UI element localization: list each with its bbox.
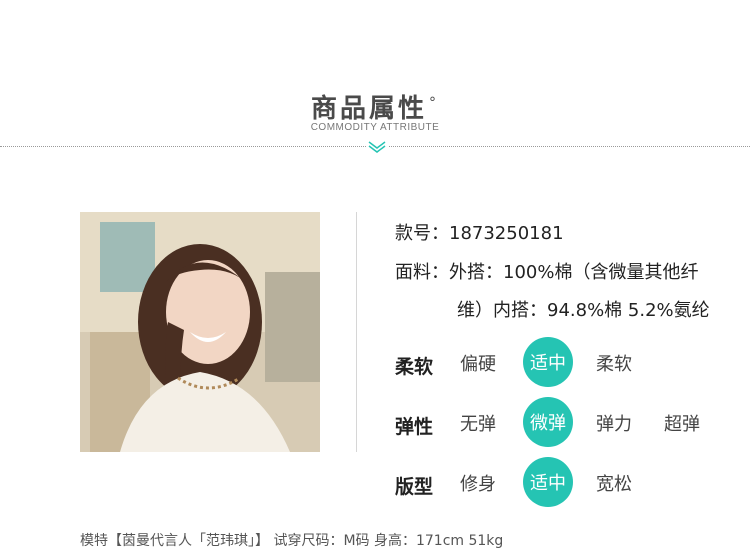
fit-option-regular-selected: 适中 (523, 457, 573, 507)
elasticity-option-none: 无弹 (460, 414, 496, 435)
elasticity-option-slight-selected: 微弹 (523, 397, 573, 447)
elasticity-label: 弹性 (395, 416, 434, 438)
fit-label: 版型 (395, 476, 434, 498)
fit-option-loose: 宽松 (596, 474, 632, 495)
softness-label: 柔软 (395, 356, 434, 378)
fabric-line-2: 维）内搭：94.8%棉 5.2%氨纶 (457, 300, 710, 321)
section-subtitle: COMMODITY ATTRIBUTE (310, 122, 440, 133)
fit-option-slim: 修身 (460, 474, 496, 495)
chevron-down-icon (366, 140, 388, 154)
elasticity-option-super: 超弹 (664, 414, 700, 435)
softness-option-soft: 柔软 (596, 354, 632, 375)
model-photo (80, 212, 320, 452)
model-info-footer: 模特【茵曼代言人「范玮琪」】 试穿尺码：M码 身高：171cm 51kg (80, 533, 504, 549)
softness-option-medium-selected: 适中 (523, 337, 573, 387)
section-title-text: 商品属性 (310, 94, 427, 124)
section-title: 商品属性 ° (0, 88, 750, 125)
model-number: 款号：1873250181 (395, 223, 564, 244)
softness-option-hard: 偏硬 (460, 354, 496, 375)
fabric-line-1: 面料：外搭：100%棉（含微量其他纤 (395, 262, 699, 283)
degree-mark: ° (429, 95, 439, 112)
vertical-divider (356, 212, 357, 452)
elasticity-option-stretch: 弹力 (596, 414, 632, 435)
